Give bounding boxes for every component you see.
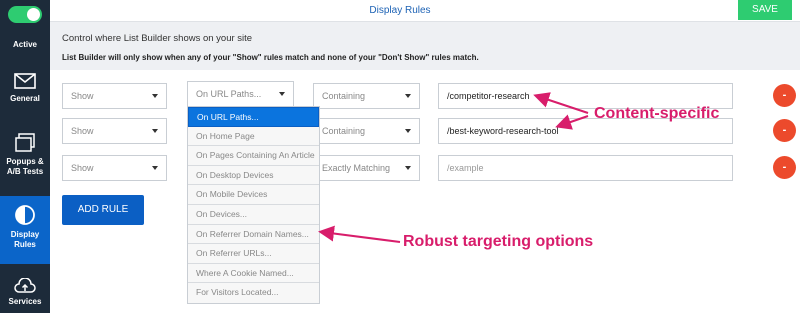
annotation-content-specific: Content-specific [594, 105, 720, 122]
arrow-to-dropdown [318, 225, 401, 243]
annotation-robust-targeting: Robust targeting options [403, 233, 594, 250]
arrow-to-row-2 [555, 114, 589, 130]
annotation-arrows [318, 92, 589, 243]
arrow-to-row-1 [533, 92, 589, 114]
